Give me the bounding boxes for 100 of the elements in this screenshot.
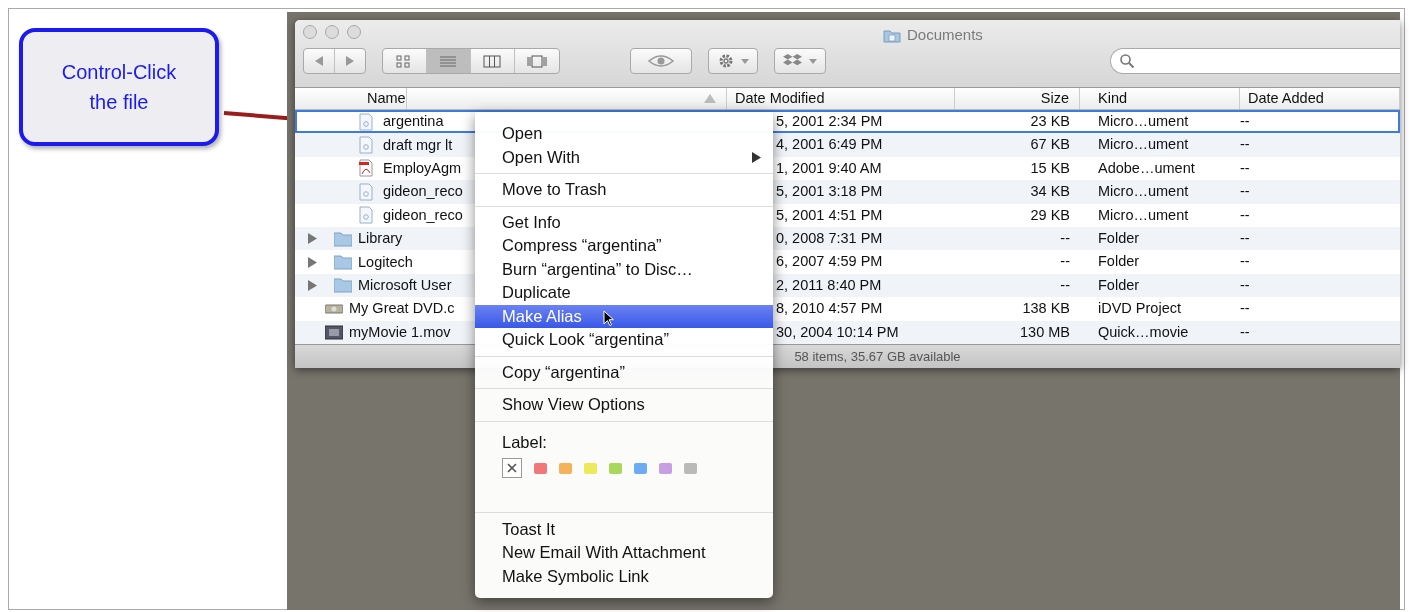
file-size: 130 MB [1019, 322, 1071, 342]
column-header[interactable]: Size [955, 88, 1080, 109]
file-name: myMovie 1.mov [349, 322, 451, 342]
folder-icon [883, 27, 901, 43]
date-modified: 30, 2004 10:14 PM [776, 322, 899, 342]
pointer-cursor-icon [603, 309, 614, 327]
sort-arrow-icon [704, 94, 716, 103]
menu-item[interactable]: Move to Trash [475, 178, 773, 202]
file-size: 23 KB [1029, 112, 1071, 131]
column-header[interactable]: Kind [1080, 88, 1240, 109]
folder-icon [334, 253, 352, 272]
column-header-label: Name [359, 88, 407, 109]
share-button[interactable] [774, 48, 826, 74]
file-kind: Micro…ument [1097, 182, 1190, 202]
callout-box: Control-Click the file [19, 28, 219, 146]
file-size: 29 KB [1029, 205, 1071, 225]
menu-item-label: Make Alias [502, 305, 582, 327]
menu-item-label: Get Info [502, 211, 561, 233]
disclosure-closed-icon[interactable] [307, 279, 318, 291]
date-modified: 5, 2001 4:51 PM [776, 205, 883, 225]
eye-icon [648, 54, 674, 68]
list-view-icon [438, 53, 459, 69]
file-name: Library [358, 229, 403, 249]
menu-item[interactable]: New Email With Attachment [475, 540, 773, 565]
column-header[interactable]: Name [295, 88, 727, 109]
disclosure-closed-icon[interactable] [307, 256, 318, 268]
file-name: Microsoft User [358, 275, 452, 295]
search-icon [1119, 53, 1135, 69]
date-modified: 6, 2007 4:59 PM [776, 252, 883, 272]
file-kind: iDVD Project [1097, 299, 1182, 319]
quick-look-button[interactable] [630, 48, 692, 74]
file-kind: Folder [1097, 275, 1141, 295]
file-name: argentina [383, 112, 444, 132]
file-kind: Quick…movie [1097, 322, 1190, 342]
window-control-button[interactable] [303, 25, 317, 39]
date-modified: 4, 2001 6:49 PM [776, 135, 883, 155]
file-kind: Folder [1097, 252, 1141, 272]
menu-item[interactable]: Open [475, 122, 773, 146]
file-size: 34 KB [1029, 182, 1071, 202]
no-label-icon[interactable] [502, 458, 522, 479]
label-swatch[interactable] [584, 462, 597, 474]
menu-item[interactable]: Make Symbolic Link [475, 564, 773, 588]
search-field[interactable] [1110, 48, 1400, 74]
date-added: -- [1240, 182, 1251, 202]
menu-item[interactable]: Open With [475, 145, 773, 169]
menu-item[interactable]: Show View Options [475, 393, 773, 417]
column-header[interactable]: Date Added [1240, 88, 1400, 109]
column-header[interactable]: Date Modified [727, 88, 955, 109]
file-size: 15 KB [1029, 158, 1071, 178]
file-size: -- [1059, 252, 1071, 272]
caret-icon [809, 58, 817, 64]
menu-item[interactable]: Get Info [475, 210, 773, 234]
menu-item-label: Open With [502, 146, 580, 168]
menu-item-label: Open [502, 123, 543, 145]
menu-item[interactable]: Burn “argentina” to Disc… [475, 257, 773, 281]
label-swatch[interactable] [659, 462, 672, 474]
menu-item[interactable]: Toast It [475, 517, 773, 541]
date-added: -- [1240, 158, 1251, 178]
file-kind: Adobe…ument [1097, 158, 1196, 178]
label-swatch[interactable] [684, 462, 697, 474]
label-swatch[interactable] [609, 462, 622, 474]
menu-item[interactable]: Compress “argentina” [475, 234, 773, 258]
folder-icon [334, 276, 352, 295]
window-control-button[interactable] [325, 25, 339, 39]
file-name: draft mgr lt [383, 135, 453, 155]
date-added: -- [1240, 228, 1251, 248]
date-added: -- [1240, 299, 1251, 319]
view-mode-control[interactable] [382, 48, 560, 74]
file-name: gideon_reco [383, 205, 463, 225]
menu-item-label: Show View Options [502, 394, 645, 416]
file-kind: Folder [1097, 228, 1141, 248]
label-swatch[interactable] [559, 462, 572, 474]
date-modified: 1, 2001 9:40 AM [776, 158, 882, 178]
caret-icon [741, 58, 749, 64]
date-modified: 5, 2001 3:18 PM [776, 182, 883, 202]
label-swatch[interactable] [634, 462, 647, 474]
window-control-button[interactable] [347, 25, 361, 39]
label-swatch[interactable] [534, 462, 547, 474]
movie-icon [325, 323, 343, 342]
coverflow-view-icon [527, 53, 547, 69]
file-name: Logitech [358, 252, 413, 272]
action-button[interactable] [708, 48, 758, 74]
navigation-control[interactable] [303, 48, 366, 74]
date-added: -- [1240, 135, 1251, 155]
date-modified: 5, 2001 2:34 PM [776, 112, 883, 131]
file-name: My Great DVD.c [349, 299, 455, 319]
folder-icon [334, 229, 352, 248]
column-view-icon [482, 53, 503, 69]
menu-item[interactable]: Make Alias [475, 304, 773, 328]
label-heading: Label: [501, 431, 547, 453]
menu-item-label: Toast It [502, 518, 556, 540]
date-added: -- [1240, 252, 1251, 272]
file-size: -- [1059, 228, 1071, 248]
menu-item-label: Burn “argentina” to Disc… [502, 258, 693, 280]
menu-item[interactable]: Duplicate [475, 281, 773, 305]
file-size: 138 KB [1021, 299, 1071, 319]
window-title: Documents [907, 25, 983, 45]
menu-item-label: Make Symbolic Link [502, 565, 649, 587]
disclosure-closed-icon[interactable] [307, 233, 318, 245]
gear-icon [717, 52, 735, 70]
